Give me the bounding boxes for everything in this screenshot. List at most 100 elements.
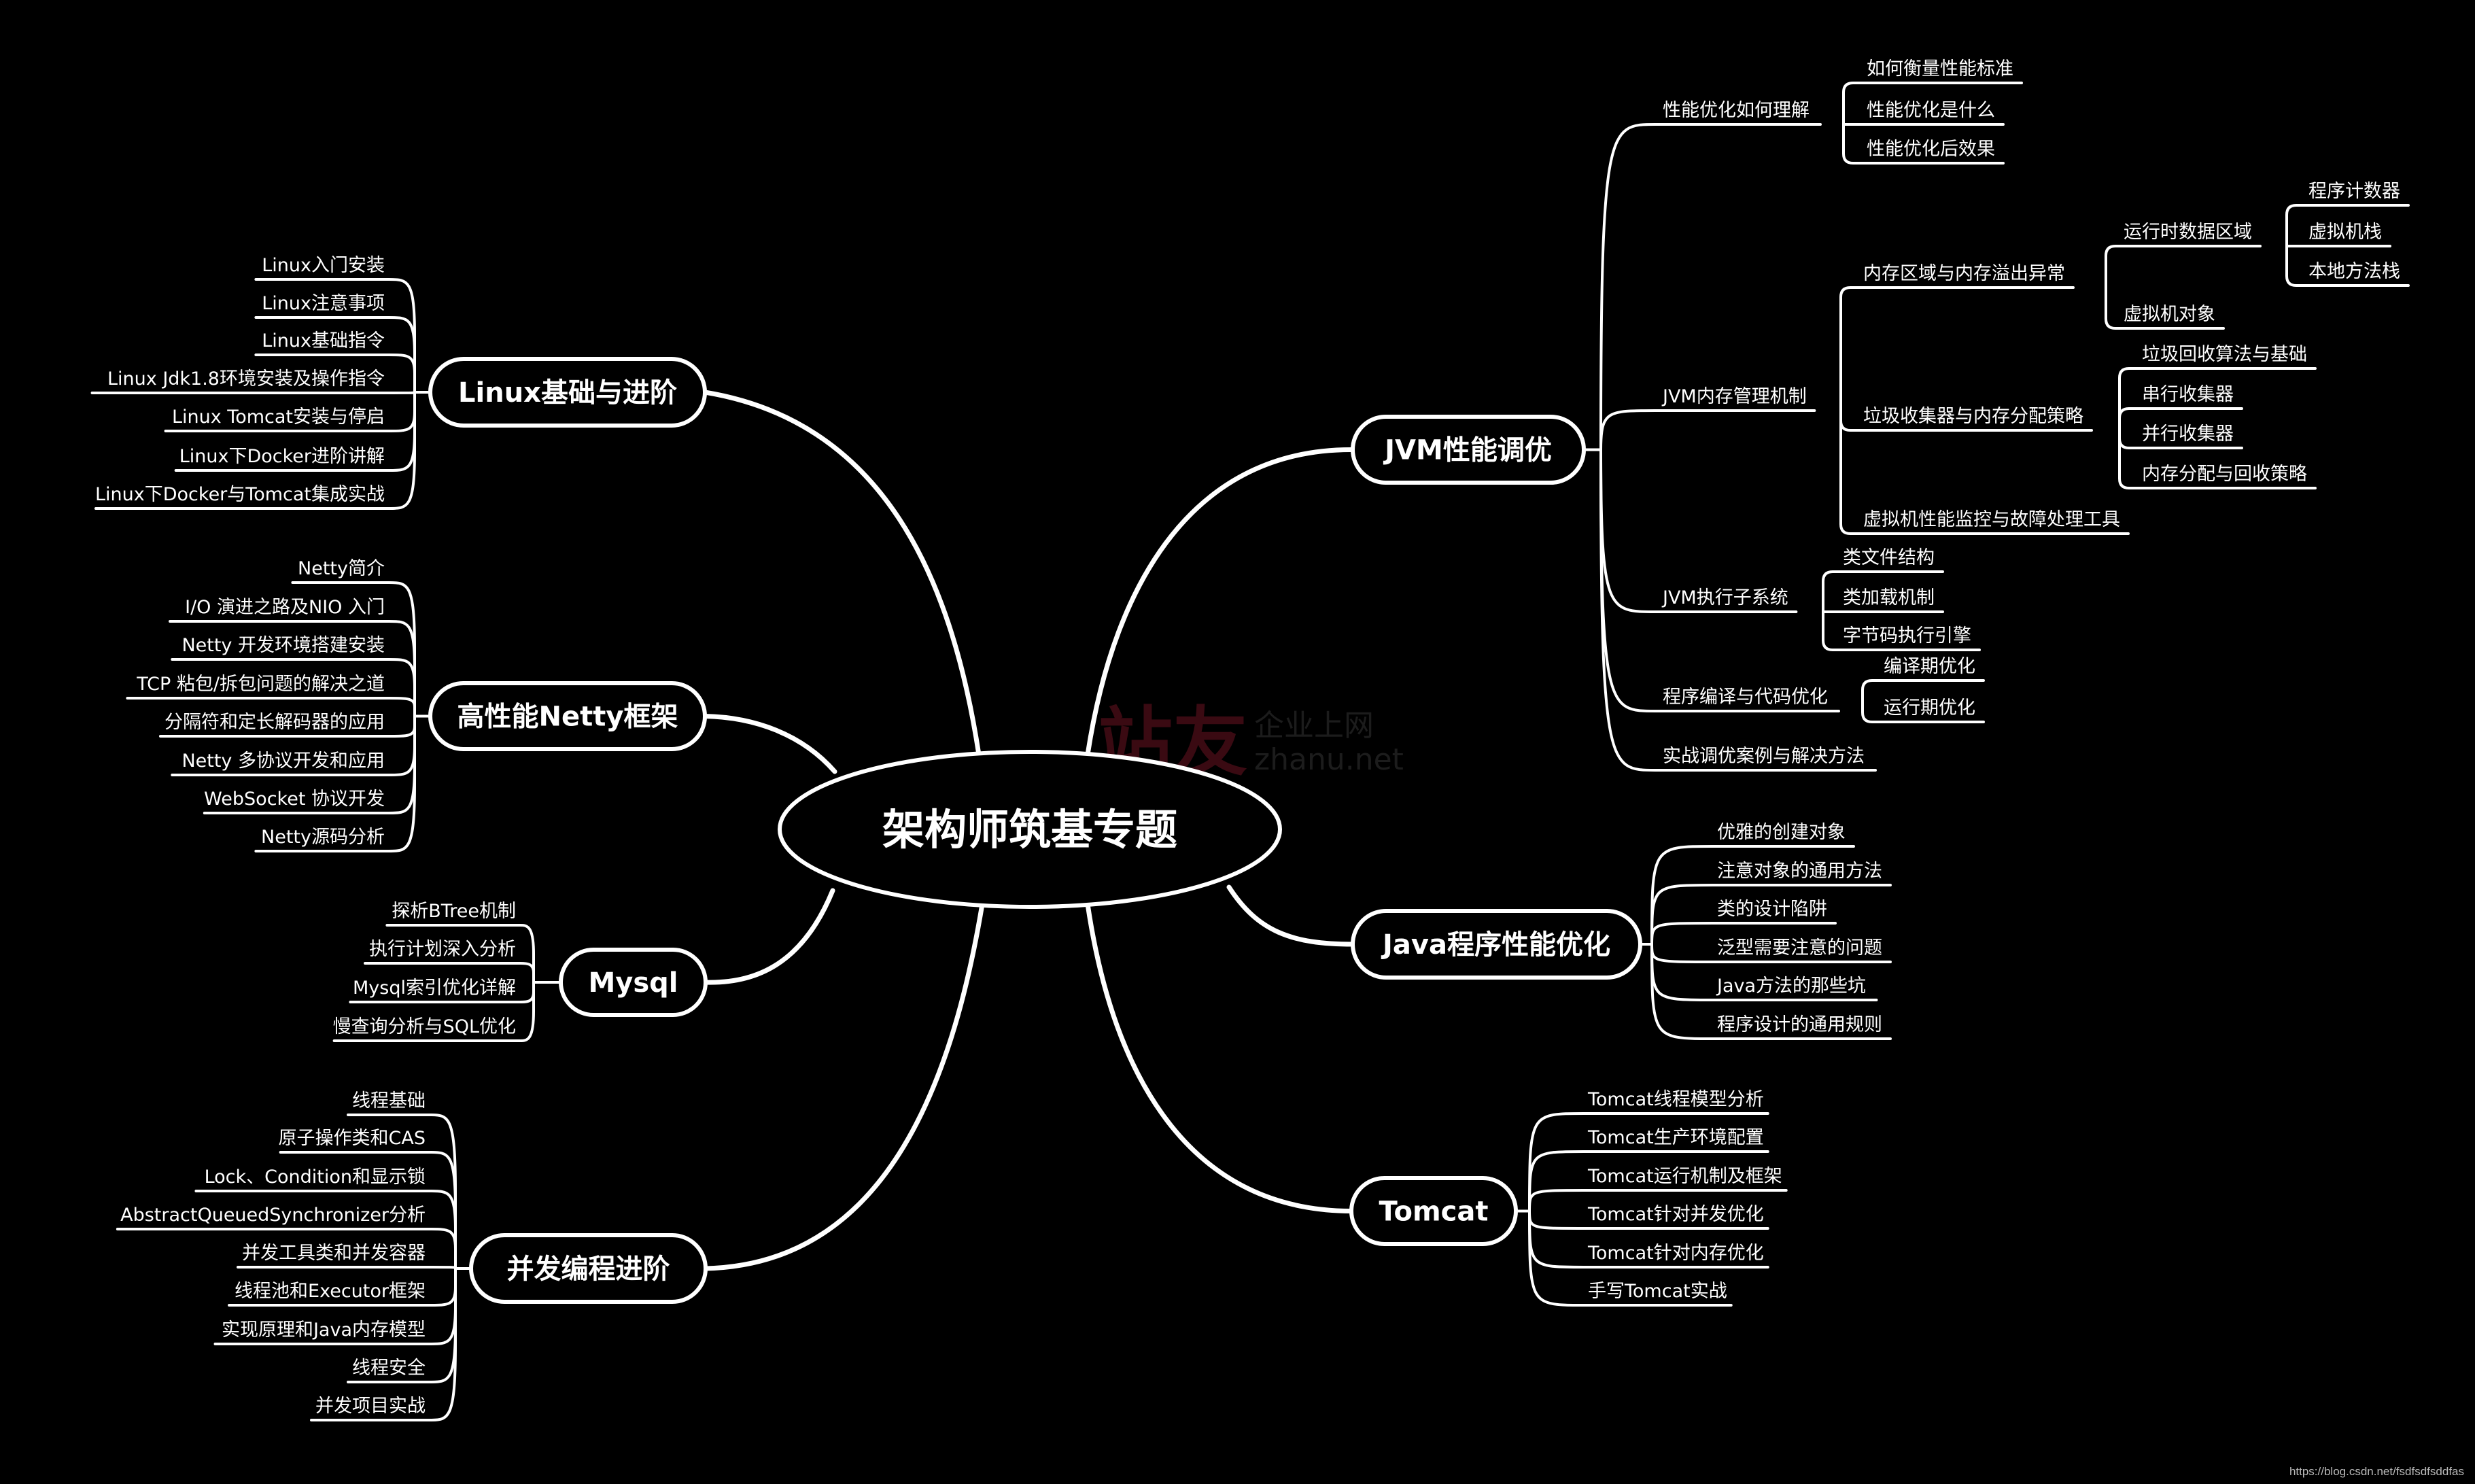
topic-label: 泛型需要注意的问题 xyxy=(1717,937,1882,959)
topic-node-jvm[interactable]: JVM性能调优 xyxy=(1351,415,1586,485)
subtopic-item[interactable]: 程序设计的通用规则 xyxy=(1717,1014,1882,1035)
subtopic-item[interactable]: 分隔符和定长解码器的应用 xyxy=(165,712,385,733)
subtopic-item[interactable]: TCP 粘包/拆包问题的解决之道 xyxy=(136,674,385,695)
subtopic-item[interactable]: Tomcat针对内存优化 xyxy=(1587,1243,1764,1264)
subtopic-item[interactable]: 优雅的创建对象 xyxy=(1717,822,1846,843)
subtopic-item[interactable]: 本地方法栈 xyxy=(2308,261,2400,282)
topic-label: WebSocket 协议开发 xyxy=(204,789,385,810)
subtopic-item[interactable]: Tomcat针对并发优化 xyxy=(1587,1204,1764,1225)
topic-node-concurrency[interactable]: 并发编程进阶 xyxy=(469,1233,708,1304)
subtopic-item[interactable]: 运行时数据区域 xyxy=(2124,222,2252,243)
topic-node-java[interactable]: Java程序性能优化 xyxy=(1351,909,1642,980)
node-layer: Linux基础与进阶高性能Netty框架 Mysql 并发编程进阶 JVM性能调优 Ja… xyxy=(95,58,2400,1417)
subtopic-item[interactable]: 泛型需要注意的问题 xyxy=(1717,937,1882,959)
topic-label: 性能优化如何理解 xyxy=(1663,100,1810,121)
subtopic-item[interactable]: Netty源码分析 xyxy=(261,827,385,848)
subtopic-item[interactable]: 并发工具类和并发容器 xyxy=(242,1243,426,1264)
subtopic-connector xyxy=(1599,409,1816,451)
topic-label: 性能优化是什么 xyxy=(1867,100,1995,121)
subtopic-item[interactable]: Netty简介 xyxy=(298,558,385,579)
subtopic-item[interactable]: 内存区域与内存溢出异常 xyxy=(1863,263,2065,284)
subtopic-item[interactable]: 类加载机制 xyxy=(1843,587,1935,608)
subtopic-item[interactable]: 虚拟机栈 xyxy=(2308,222,2382,243)
topic-node-mysql[interactable]: Mysql xyxy=(559,948,708,1017)
topic-node-netty[interactable]: 高性能Netty框架 xyxy=(428,681,707,751)
subtopic-item[interactable]: 实战调优案例与解决方法 xyxy=(1663,746,1865,767)
topic-node-title: Tomcat xyxy=(1379,1196,1489,1228)
subtopic-item[interactable]: 虚拟机性能监控与故障处理工具 xyxy=(1863,509,2120,530)
subtopic-item[interactable]: 线程安全 xyxy=(352,1358,426,1379)
topic-label: Netty 开发环境搭建安装 xyxy=(181,635,385,656)
subtopic-item[interactable]: 程序编译与代码优化 xyxy=(1663,687,1828,708)
subtopic-item[interactable]: 串行收集器 xyxy=(2142,384,2234,405)
subtopic-item[interactable]: 虚拟机对象 xyxy=(2124,304,2215,325)
topic-label: 类的设计陷阱 xyxy=(1717,899,1827,920)
subtopic-item[interactable]: 执行计划深入分析 xyxy=(369,939,516,960)
subtopic-item[interactable]: WebSocket 协议开发 xyxy=(204,789,385,810)
subtopic-connector xyxy=(237,1266,457,1270)
subtopic-item[interactable]: Linux Jdk1.8环境安装及操作指令 xyxy=(107,368,385,390)
subtopic-item[interactable]: 性能优化如何理解 xyxy=(1663,100,1810,121)
subtopic-item[interactable]: 线程池和Executor框架 xyxy=(235,1281,426,1302)
subtopic-item[interactable]: 注意对象的通用方法 xyxy=(1717,861,1882,882)
subtopic-item[interactable]: Linux入门安装 xyxy=(262,255,385,276)
subtopic-item[interactable]: Tomcat线程模型分析 xyxy=(1587,1089,1764,1110)
topic-label: 运行时数据区域 xyxy=(2124,222,2252,243)
subtopic-item[interactable]: Linux下Docker进阶讲解 xyxy=(179,446,385,467)
subtopic-item[interactable]: 性能优化后效果 xyxy=(1867,139,1995,160)
topic-label: 执行计划深入分析 xyxy=(369,939,516,960)
topic-label: 编译期优化 xyxy=(1884,656,1975,677)
subtopic-item[interactable]: Netty 多协议开发和应用 xyxy=(181,750,385,772)
subtopic-item[interactable]: 并发项目实战 xyxy=(315,1396,426,1417)
subtopic-item[interactable]: Netty 开发环境搭建安装 xyxy=(181,635,385,656)
subtopic-item[interactable]: Tomcat运行机制及框架 xyxy=(1587,1166,1782,1187)
topic-node-linux[interactable]: Linux基础与进阶 xyxy=(428,357,707,428)
subtopic-item[interactable]: 探析BTree机制 xyxy=(392,901,516,922)
topic-label: 串行收集器 xyxy=(2142,384,2234,405)
subtopic-item[interactable]: Linux注意事项 xyxy=(262,293,385,314)
subtopic-item[interactable]: 内存分配与回收策略 xyxy=(2142,464,2307,485)
subtopic-item[interactable]: 并行收集器 xyxy=(2142,424,2234,445)
topic-label: 手写Tomcat实战 xyxy=(1588,1281,1727,1302)
topic-label: 线程安全 xyxy=(352,1358,426,1379)
subtopic-item[interactable]: 编译期优化 xyxy=(1884,656,1975,677)
subtopic-item[interactable]: 字节码执行引擎 xyxy=(1843,625,1971,646)
topic-label: 字节码执行引擎 xyxy=(1843,625,1971,646)
subtopic-item[interactable]: Linux下Docker与Tomcat集成实战 xyxy=(95,484,385,505)
subtopic-item[interactable]: 慢查询分析与SQL优化 xyxy=(333,1016,516,1037)
subtopic-item[interactable]: 性能优化是什么 xyxy=(1867,100,1995,121)
topic-label: 优雅的创建对象 xyxy=(1717,822,1846,843)
subtopic-item[interactable]: 原子操作类和CAS xyxy=(279,1128,426,1149)
topic-label: 内存分配与回收策略 xyxy=(2142,464,2307,485)
subtopic-item[interactable]: JVM执行子系统 xyxy=(1661,587,1788,608)
subtopic-item[interactable]: 垃圾回收算法与基础 xyxy=(2142,344,2307,365)
subtopic-item[interactable]: 如何衡量性能标准 xyxy=(1867,58,2013,80)
subtopic-item[interactable]: Linux基础指令 xyxy=(262,330,385,351)
subtopic-item[interactable]: Mysql索引优化详解 xyxy=(353,978,516,999)
topic-node-tomcat[interactable]: Tomcat xyxy=(1349,1176,1518,1246)
topic-label: Netty源码分析 xyxy=(261,827,385,848)
subtopic-item[interactable]: Linux Tomcat安装与停启 xyxy=(172,407,385,428)
subtopic-item[interactable]: AbstractQueuedSynchronizer分析 xyxy=(120,1205,426,1226)
subtopic-item[interactable]: Tomcat生产环境配置 xyxy=(1587,1127,1764,1148)
subtopic-item[interactable]: Java方法的那些坑 xyxy=(1716,976,1866,997)
topic-label: 性能优化后效果 xyxy=(1867,139,1995,160)
subtopic-item[interactable]: 类的设计陷阱 xyxy=(1717,899,1827,920)
topic-node-title: Mysql xyxy=(588,967,678,999)
subtopic-item[interactable]: 线程基础 xyxy=(352,1090,426,1111)
subtopic-item[interactable]: 垃圾收集器与内存分配策略 xyxy=(1863,406,2083,427)
subtopic-item[interactable]: Lock、Condition和显示锁 xyxy=(205,1167,426,1188)
topic-label: Linux入门安装 xyxy=(262,255,385,276)
subtopic-item[interactable]: 实现原理和Java内存模型 xyxy=(222,1319,426,1341)
topic-label: 线程基础 xyxy=(352,1090,426,1111)
subtopic-item[interactable]: 手写Tomcat实战 xyxy=(1588,1281,1727,1302)
subtopic-item[interactable]: JVM内存管理机制 xyxy=(1661,386,1807,407)
subtopic-item[interactable]: 运行期优化 xyxy=(1884,697,1975,719)
subtopic-item[interactable]: I/O 演进之路及NIO 入门 xyxy=(185,597,385,618)
topic-label: 虚拟机性能监控与故障处理工具 xyxy=(1863,509,2120,530)
subtopic-connector xyxy=(2105,245,2262,289)
subtopic-item[interactable]: 程序计数器 xyxy=(2308,181,2400,202)
subtopic-item[interactable]: 类文件结构 xyxy=(1843,547,1935,568)
root-node[interactable]: 架构师筑基专题 xyxy=(778,750,1282,909)
topic-label: 虚拟机栈 xyxy=(2308,222,2382,243)
